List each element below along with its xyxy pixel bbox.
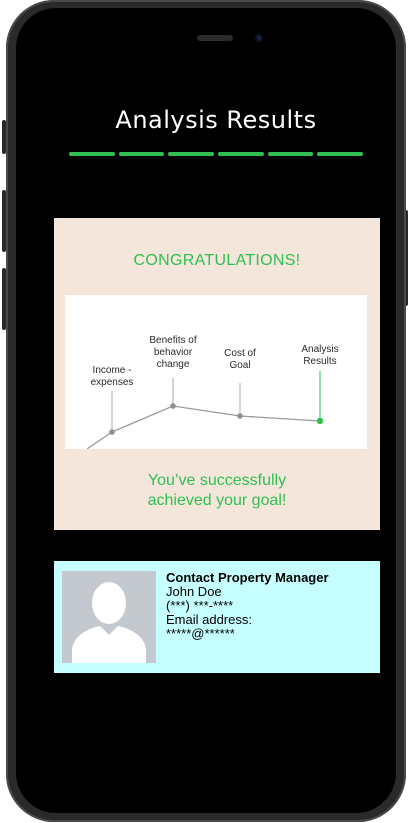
- progress-segment: [218, 152, 264, 156]
- user-placeholder-icon: [62, 571, 156, 663]
- step-label-benefits-line2: behavior: [153, 347, 193, 358]
- contact-property-manager-card[interactable]: Contact Property Manager John Doe (***) …: [54, 561, 380, 673]
- step-label-analysis-line2: Results: [303, 356, 337, 367]
- step-label-income-line1: Income -: [92, 365, 132, 376]
- progress-segment: [118, 152, 165, 156]
- contact-email-label: Email address:: [166, 612, 252, 627]
- front-camera-icon: [255, 34, 263, 42]
- step-label-benefits: Benefits of behavior change: [149, 335, 196, 371]
- speaker-grille: [197, 35, 233, 41]
- progress-segment: [69, 152, 115, 156]
- contact-info: Contact Property Manager John Doe (***) …: [166, 571, 376, 641]
- step-label-analysis: Analysis Results: [301, 344, 338, 368]
- success-message: You’ve successfully achieved your goal!: [54, 471, 380, 511]
- contact-title: Contact Property Manager: [166, 570, 329, 585]
- success-message-line1: You’ve successfully: [147, 472, 287, 489]
- step-label-analysis-line1: Analysis: [301, 344, 339, 355]
- progress-segment: [267, 152, 314, 156]
- step-label-income: Income - expenses: [91, 365, 134, 389]
- journey-line: [86, 405, 321, 449]
- contact-name: John Doe: [166, 584, 222, 599]
- contact-email-value[interactable]: *****@******: [166, 627, 376, 641]
- page-title: Analysis Results: [115, 106, 317, 134]
- phone-mockup: Analysis Results CONGRATULATIONS! Income…: [0, 0, 408, 823]
- congratulations-card: CONGRATULATIONS! Income - expenses Benef…: [54, 218, 380, 530]
- step-label-cost: Cost of Goal: [224, 348, 256, 372]
- step-label-benefits-line3: change: [156, 359, 190, 370]
- step-label-income-line2: expenses: [90, 377, 134, 388]
- progress-segment: [317, 152, 364, 156]
- step-point-income: [109, 429, 115, 435]
- success-message-line2: achieved your goal!: [147, 492, 287, 509]
- step-point-analysis: [316, 417, 324, 425]
- journey-chart: Income - expenses Benefits of behavior c…: [65, 295, 367, 449]
- step-label-cost-line2: Goal: [229, 360, 251, 371]
- progress-bar: [69, 152, 364, 156]
- avatar: [62, 571, 156, 663]
- step-label-cost-line1: Cost of: [224, 348, 256, 359]
- step-point-cost: [237, 413, 243, 419]
- contact-phone[interactable]: (***) ***-****: [166, 599, 376, 613]
- congratulations-heading: CONGRATULATIONS!: [133, 252, 301, 269]
- step-label-benefits-line1: Benefits of: [149, 335, 197, 346]
- step-point-benefits: [170, 403, 176, 409]
- progress-segment: [168, 152, 215, 156]
- phone-screen: Analysis Results CONGRATULATIONS! Income…: [16, 8, 396, 813]
